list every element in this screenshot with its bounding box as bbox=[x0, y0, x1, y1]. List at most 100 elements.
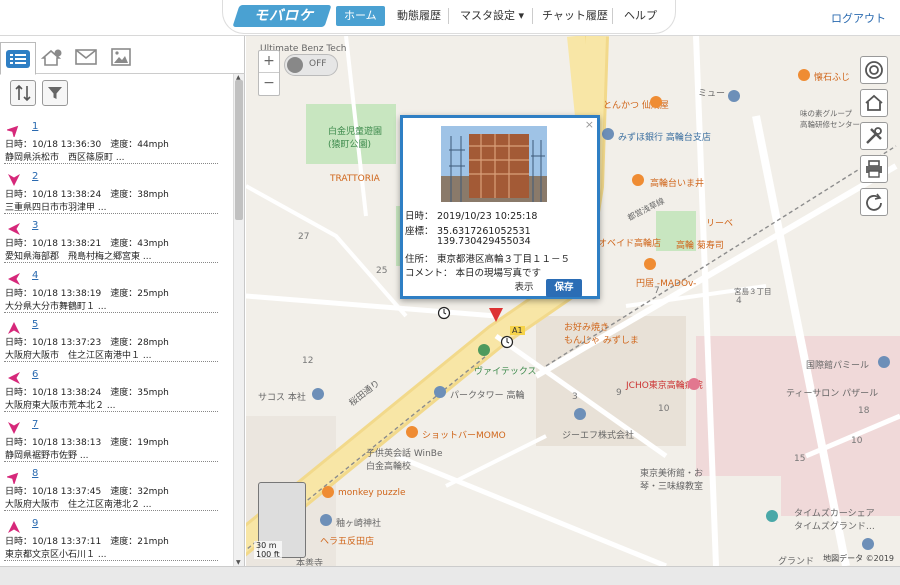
app-logo[interactable]: モバロケ bbox=[238, 5, 330, 27]
toggle-knob bbox=[287, 57, 303, 73]
restaurant-pin-icon bbox=[322, 486, 334, 498]
map-block-number: 4 bbox=[736, 296, 742, 306]
tab-mail[interactable] bbox=[68, 42, 104, 72]
map-label: ミュー bbox=[698, 89, 726, 99]
nav-master-settings[interactable]: マスタ設定 ▾ bbox=[460, 6, 524, 26]
vehicle-number-link[interactable]: 3 bbox=[32, 220, 38, 231]
map-label: monkey puzzle bbox=[338, 488, 406, 498]
scroll-thumb[interactable] bbox=[235, 80, 243, 220]
direction-arrow-icon bbox=[8, 520, 20, 533]
map-copyright: 地図データ ©2019 bbox=[823, 554, 894, 563]
restaurant-pin-icon bbox=[644, 258, 656, 270]
item-speed: 速度：19mph bbox=[110, 437, 169, 448]
vehicle-number-link[interactable]: 9 bbox=[32, 518, 38, 529]
logout-link[interactable]: ログアウト bbox=[831, 10, 886, 26]
list-item[interactable]: 7 日時：10/18 13:38:13 速度：19mph 静岡県裾野市佐野 ... bbox=[0, 414, 232, 464]
print-icon bbox=[866, 160, 882, 178]
direction-arrow-icon bbox=[8, 272, 20, 285]
tools-button[interactable] bbox=[860, 122, 888, 150]
list-scrollbar[interactable]: ▲ ▼ bbox=[233, 74, 244, 566]
filter-button[interactable] bbox=[42, 80, 68, 106]
list-item[interactable]: 1 日時：10/18 13:36:30 速度：44mph 静岡県浜松市 西区篠原町 … bbox=[0, 116, 232, 166]
item-address: 大阪府大阪市 住之江区南港中１ ... bbox=[5, 351, 152, 362]
center-button[interactable] bbox=[860, 56, 888, 84]
nav-help[interactable]: ヘルプ bbox=[624, 6, 657, 26]
selected-marker-icon[interactable] bbox=[489, 308, 503, 324]
nav-separator bbox=[612, 8, 613, 24]
tracking-toggle[interactable]: OFF bbox=[284, 54, 338, 76]
nav-home[interactable]: ホーム bbox=[336, 6, 385, 26]
item-datetime: 日時：10/18 13:37:11 bbox=[5, 536, 102, 547]
map-block-number: 18 bbox=[858, 406, 870, 416]
home-button[interactable] bbox=[860, 89, 888, 117]
list-item[interactable]: 3 日時：10/18 13:38:21 速度：43mph 愛知県海部郡 飛島村梅之郷… bbox=[0, 215, 232, 265]
item-info: 日時：10/18 13:36:30 速度：44mph bbox=[5, 137, 169, 150]
refresh-button[interactable] bbox=[860, 188, 888, 216]
list-item[interactable]: 9 日時：10/18 13:37:11 速度：21mph 東京都文京区小石川１ ..… bbox=[0, 513, 232, 563]
item-address: 大分県大分市舞鶴町１ ... bbox=[5, 301, 107, 312]
map-block-number: 12 bbox=[302, 356, 314, 366]
vehicle-number-link[interactable]: 5 bbox=[32, 319, 38, 330]
scroll-down-icon[interactable]: ▼ bbox=[236, 559, 241, 566]
item-info: 日時：10/18 13:38:24 速度：38mph bbox=[5, 187, 169, 200]
parking-pin-icon bbox=[766, 510, 778, 522]
clock-marker-icon[interactable] bbox=[437, 306, 451, 320]
direction-arrow-icon bbox=[8, 371, 20, 384]
item-speed: 速度：21mph bbox=[110, 536, 169, 547]
close-icon[interactable]: × bbox=[585, 118, 594, 131]
vehicle-number-link[interactable]: 6 bbox=[32, 369, 38, 380]
zoom-in-button[interactable]: + bbox=[259, 51, 279, 73]
tab-location[interactable] bbox=[34, 42, 70, 72]
vehicle-number-link[interactable]: 7 bbox=[32, 419, 38, 430]
item-address: 大阪府大阪市 住之江区南港北２ ... bbox=[5, 500, 152, 511]
vehicle-list-panel: 1 日時：10/18 13:36:30 速度：44mph 静岡県浜松市 西区篠原町 … bbox=[0, 36, 245, 566]
sort-button[interactable] bbox=[10, 80, 36, 106]
bus-stop-icon bbox=[478, 344, 490, 356]
list-item[interactable]: 5 日時：10/18 13:37:23 速度：28mph 大阪府大阪市 住之江区南港… bbox=[0, 314, 232, 364]
item-speed: 速度：44mph bbox=[110, 140, 169, 150]
tab-images[interactable] bbox=[103, 42, 139, 72]
nav-separator bbox=[532, 8, 533, 24]
item-divider bbox=[4, 510, 218, 512]
zoom-control: + − bbox=[258, 50, 280, 96]
print-button[interactable] bbox=[860, 155, 888, 183]
map-view[interactable]: 27 25 10 3 9 7 4 15 10 18 12 Ultimate Be… bbox=[246, 36, 900, 566]
filter-icon bbox=[48, 87, 62, 99]
bank-pin-icon bbox=[602, 128, 614, 140]
construction-photo-image bbox=[441, 126, 547, 202]
item-speed: 速度：32mph bbox=[110, 487, 169, 498]
list-item[interactable]: 8 日時：10/18 13:37:45 速度：32mph 大阪府大阪市 住之江区南港… bbox=[0, 463, 232, 513]
nav-history[interactable]: 動態履歴 bbox=[397, 6, 441, 26]
item-speed: 速度：35mph bbox=[110, 387, 169, 398]
item-datetime: 日時：10/18 13:38:24 bbox=[5, 189, 102, 200]
datetime-value: 2019/10/23 10:25:18 bbox=[437, 211, 538, 222]
tab-list[interactable] bbox=[0, 42, 36, 75]
zoom-out-button[interactable]: − bbox=[259, 73, 279, 95]
list-item[interactable]: 6 日時：10/18 13:38:24 速度：35mph 大阪府東大阪市荒本北２ .… bbox=[0, 364, 232, 414]
datetime-label: 日時： bbox=[405, 211, 434, 222]
popup-datetime: 日時： 2019/10/23 10:25:18 bbox=[405, 208, 537, 222]
vehicle-number-link[interactable]: 4 bbox=[32, 270, 38, 281]
direction-arrow-icon bbox=[8, 223, 20, 236]
site-photo[interactable] bbox=[441, 126, 547, 202]
list-item[interactable]: 4 日時：10/18 13:38:19 速度：25mph 大分県大分市舞鶴町１ ..… bbox=[0, 265, 232, 315]
map-block-number: 10 bbox=[658, 404, 670, 414]
save-button[interactable]: 保存 bbox=[546, 279, 582, 297]
item-address: 三重県四日市市羽津甲 ... bbox=[5, 202, 107, 213]
address-label: 住所： bbox=[405, 254, 434, 265]
item-divider bbox=[4, 410, 218, 412]
house-location-icon bbox=[41, 49, 62, 66]
nav-chat-history[interactable]: チャット履歴 bbox=[542, 6, 608, 26]
list-toolbar bbox=[10, 80, 68, 106]
list-item[interactable]: 2 日時：10/18 13:38:24 速度：38mph 三重県四日市市羽津甲 ..… bbox=[0, 166, 232, 216]
clock-marker-icon[interactable] bbox=[500, 335, 514, 349]
vehicle-number-link[interactable]: 2 bbox=[32, 171, 38, 182]
item-datetime: 日時：10/18 13:38:24 bbox=[5, 387, 102, 398]
map-block-number: 9 bbox=[616, 388, 622, 398]
vehicle-number-link[interactable]: 8 bbox=[32, 468, 38, 479]
popup-address: 住所： 東京都港区高輪３丁目１１－５ bbox=[405, 251, 570, 265]
scale-meters: 30 m bbox=[256, 541, 277, 550]
vehicle-number-link[interactable]: 1 bbox=[32, 121, 38, 132]
show-button[interactable]: 表示 bbox=[505, 279, 543, 297]
map-label: ティーサロン パザール bbox=[786, 389, 879, 399]
